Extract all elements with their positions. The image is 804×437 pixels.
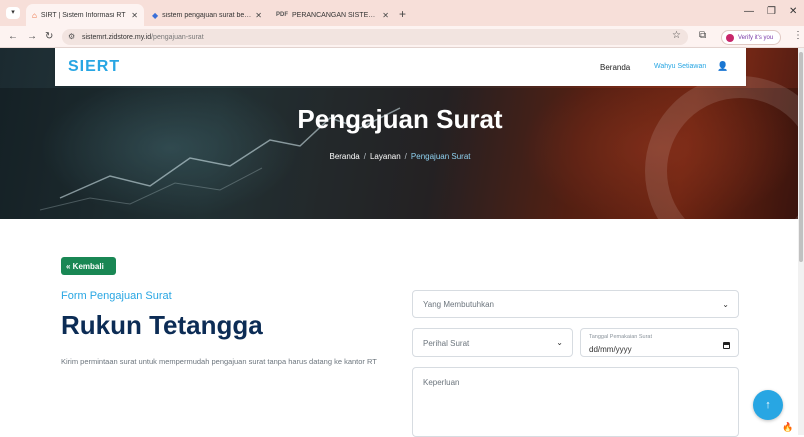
date-input-value: dd/mm/yyyy [589,345,632,354]
minimize-icon[interactable]: — [744,6,754,17]
form-subtitle: Form Pengajuan Surat [61,290,172,302]
user-icon[interactable]: 👤 [717,61,728,72]
site-settings-icon[interactable]: ⚙ [68,32,75,41]
reload-icon[interactable]: ↻ [45,31,53,42]
browser-tab[interactable]: PDF PERANCANGAN SISTEM INFOR ✕ [270,4,395,26]
tab-title: SIRT | Sistem Informasi RT [40,11,126,19]
site-logo[interactable]: SIERT [68,58,120,76]
new-tab-plus-icon[interactable]: + [399,7,406,21]
forward-arrow-icon[interactable]: → [27,31,37,42]
subject-select[interactable]: Perihal Surat ⌄ [412,328,573,357]
url-path: /pengajuan-surat [151,33,204,41]
extensions-icon[interactable]: ⧉ [699,30,706,41]
back-to-top-button[interactable]: ↑ [753,390,783,420]
breadcrumb-layanan[interactable]: Layanan [370,152,401,161]
avatar [726,33,734,42]
breadcrumb-current: Pengajuan Surat [410,152,471,161]
close-tab-icon[interactable]: ✕ [382,11,389,20]
tab-title: sistem pengajuan surat berbasi [162,11,252,19]
purpose-textarea-label: Keperluan [423,378,460,387]
home-favicon-icon: ⌂ [32,10,37,20]
page-title: Pengajuan Surat [297,104,503,134]
purpose-textarea[interactable]: Keperluan [412,367,739,437]
close-tab-icon[interactable]: ✕ [131,11,138,20]
nav-link-home[interactable]: Beranda [600,63,630,72]
back-button[interactable]: « Kembali [61,257,116,275]
form-description: Kirim permintaan surat untuk mempermudah… [61,357,377,366]
calendar-icon[interactable] [723,342,730,349]
tab-title: PERANCANGAN SISTEM INFOR [292,11,378,19]
address-bar[interactable]: ⚙ sistemrt.zidstore.my.id/pengajuan-sura… [62,29,688,45]
pdf-favicon-icon: PDF [276,12,288,18]
flame-icon: 🔥 [782,422,794,432]
restore-icon[interactable]: ❐ [767,6,776,17]
close-window-icon[interactable]: ✕ [789,6,797,17]
url-host: sistemrt.zidstore.my.id [82,33,152,41]
date-input-label: Tanggal Pemakaian Surat [589,334,652,340]
breadcrumb: Beranda / Layanan / Pengajuan Surat [329,152,471,161]
close-tab-icon[interactable]: ✕ [255,11,262,20]
bookmark-star-icon[interactable]: ☆ [672,30,681,41]
needs-select[interactable]: Yang Membutuhkan ⌄ [412,290,739,318]
scrollbar-thumb[interactable] [799,52,803,262]
web-favicon-icon: ◆ [152,10,159,20]
browser-tab-active[interactable]: ⌂ SIRT | Sistem Informasi RT ✕ [26,4,144,26]
back-arrow-icon[interactable]: ← [8,31,18,42]
browser-tab-strip: ▾ ⌂ SIRT | Sistem Informasi RT ✕ ◆ siste… [0,0,804,26]
tab-search-icon[interactable]: ▾ [6,7,20,19]
date-input[interactable]: Tanggal Pemakaian Surat dd/mm/yyyy [580,328,739,357]
chevron-down-icon: ⌄ [556,338,563,347]
browser-tab[interactable]: ◆ sistem pengajuan surat berbasi ✕ [146,4,268,26]
browser-toolbar: ← → ↻ ⚙ sistemrt.zidstore.my.id/pengajua… [0,26,804,48]
chevron-down-icon: ⌄ [722,300,729,309]
form-title: Rukun Tetangga [61,310,263,340]
profile-button[interactable]: Verify it's you [721,30,781,45]
more-menu-icon[interactable]: ⋮ [793,30,803,41]
profile-label: Verify it's you [738,34,774,41]
breadcrumb-home[interactable]: Beranda [329,152,359,161]
nav-user-name[interactable]: Wahyu Setiawan [654,63,706,70]
subject-select-label: Perihal Surat [423,339,470,348]
site-navbar: SIERT Beranda Wahyu Setiawan 👤 [55,48,746,86]
needs-select-label: Yang Membutuhkan [423,300,495,309]
